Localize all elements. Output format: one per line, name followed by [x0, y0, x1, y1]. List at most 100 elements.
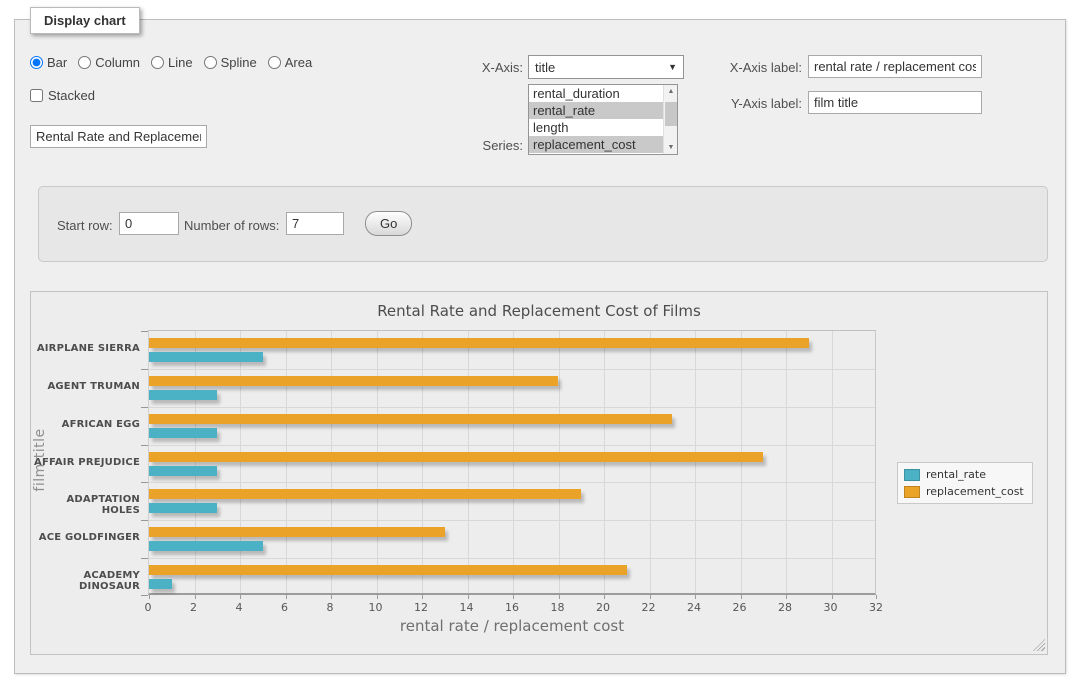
x-tick-label: 6 [268, 601, 302, 614]
x-tick-label: 20 [586, 601, 620, 614]
gridline-vertical [422, 331, 423, 593]
gridline-vertical [695, 331, 696, 593]
x-tick-mark [604, 595, 605, 599]
bar-rental_rate [149, 579, 172, 589]
radio-column[interactable] [78, 56, 91, 69]
gridline-vertical [240, 331, 241, 593]
category-label: ACADEMY DINOSAUR [28, 570, 140, 592]
x-tick-mark [832, 595, 833, 599]
series-option-length[interactable]: length [529, 119, 664, 136]
x-axis-select-label: X-Axis: [435, 60, 523, 75]
x-tick-mark [559, 595, 560, 599]
y-tick-mark [141, 407, 148, 408]
category-label: AIRPLANE SIERRA [28, 343, 140, 354]
chart-title: Rental Rate and Replacement Cost of Film… [30, 302, 1048, 320]
radio-label: Line [168, 55, 193, 70]
series-option-replacement_cost[interactable]: replacement_cost [529, 136, 664, 153]
bar-replacement_cost [149, 414, 672, 424]
x-axis-tick-labels: 02468101214161820222426283032 [148, 601, 876, 615]
bar-rental_rate [149, 503, 217, 513]
x-tick-label: 4 [222, 601, 256, 614]
series-multiselect[interactable]: rental_durationrental_ratelengthreplacem… [528, 84, 678, 155]
x-tick-mark [786, 595, 787, 599]
x-tick-mark [468, 595, 469, 599]
radio-spline[interactable] [204, 56, 217, 69]
x-tick-label: 28 [768, 601, 802, 614]
x-tick-label: 26 [723, 601, 757, 614]
bar-replacement_cost [149, 527, 445, 537]
x-axis-select[interactable]: title ▼ [528, 55, 684, 79]
chart-type-bar[interactable]: Bar [30, 55, 67, 70]
chart-type-spline[interactable]: Spline [204, 55, 257, 70]
chart-type-radio-group: Bar Column Line Spline Area [30, 55, 312, 70]
x-tick-mark [331, 595, 332, 599]
gridline-horizontal [149, 520, 875, 521]
bar-rental_rate [149, 428, 217, 438]
radio-label: Bar [47, 55, 67, 70]
x-tick-label: 18 [541, 601, 575, 614]
x-axis-label-field-label: X-Axis label: [700, 60, 802, 75]
y-axis-label-field-label: Y-Axis label: [700, 96, 802, 111]
x-tick-label: 16 [495, 601, 529, 614]
gridline-vertical [604, 331, 605, 593]
x-tick-label: 22 [632, 601, 666, 614]
y-tick-mark [141, 595, 148, 596]
legend-swatch-rental_rate [904, 469, 920, 481]
go-button[interactable]: Go [365, 211, 412, 236]
radio-bar[interactable] [30, 56, 43, 69]
x-tick-label: 30 [814, 601, 848, 614]
x-tick-mark [195, 595, 196, 599]
stacked-row: Stacked [30, 88, 95, 103]
radio-line[interactable] [151, 56, 164, 69]
x-tick-label: 10 [359, 601, 393, 614]
gridline-horizontal [149, 445, 875, 446]
chart-type-area[interactable]: Area [268, 55, 312, 70]
scroll-up-icon[interactable]: ▲ [664, 85, 678, 98]
y-tick-mark [141, 369, 148, 370]
radio-label: Area [285, 55, 312, 70]
gridline-vertical [331, 331, 332, 593]
bar-replacement_cost [149, 489, 581, 499]
x-tick-mark [240, 595, 241, 599]
chart-type-column[interactable]: Column [78, 55, 140, 70]
x-tick-mark [149, 595, 150, 599]
x-tick-mark [741, 595, 742, 599]
start-row-input[interactable] [119, 212, 179, 235]
stacked-label: Stacked [48, 88, 95, 103]
bar-replacement_cost [149, 565, 627, 575]
bar-rental_rate [149, 541, 263, 551]
number-of-rows-input[interactable] [286, 212, 344, 235]
scroll-down-icon[interactable]: ▼ [664, 141, 678, 154]
x-tick-label: 24 [677, 601, 711, 614]
x-tick-mark [695, 595, 696, 599]
x-tick-label: 12 [404, 601, 438, 614]
x-tick-label: 8 [313, 601, 347, 614]
chart-title-input[interactable] [30, 125, 207, 148]
y-axis-label-input[interactable] [808, 91, 982, 114]
series-scrollbar[interactable]: ▲ ▼ [663, 85, 677, 154]
legend-item-rental_rate: rental_rate [904, 468, 1024, 481]
x-tick-label: 32 [859, 601, 893, 614]
chart-legend: rental_rate replacement_cost [897, 462, 1033, 504]
gridline-horizontal [149, 407, 875, 408]
x-tick-label: 0 [131, 601, 165, 614]
gridline-vertical [832, 331, 833, 593]
y-tick-mark [141, 482, 148, 483]
chart-type-line[interactable]: Line [151, 55, 193, 70]
series-option-rental_duration[interactable]: rental_duration [529, 85, 664, 102]
x-axis-label-input[interactable] [808, 55, 982, 78]
x-tick-mark [286, 595, 287, 599]
y-axis-category-labels: AIRPLANE SIERRAAGENT TRUMANAFRICAN EGGAF… [28, 330, 140, 595]
y-tick-mark [141, 520, 148, 521]
series-options: rental_durationrental_ratelengthreplacem… [529, 85, 677, 153]
x-tick-mark [513, 595, 514, 599]
legend-item-replacement_cost: replacement_cost [904, 485, 1024, 498]
scrollbar-thumb[interactable] [665, 102, 677, 126]
series-list-label: Series: [435, 138, 523, 153]
stacked-checkbox[interactable] [30, 89, 43, 102]
series-option-rental_rate[interactable]: rental_rate [529, 102, 664, 119]
bar-replacement_cost [149, 376, 558, 386]
x-tick-label: 14 [450, 601, 484, 614]
category-label: AGENT TRUMAN [28, 381, 140, 392]
radio-area[interactable] [268, 56, 281, 69]
